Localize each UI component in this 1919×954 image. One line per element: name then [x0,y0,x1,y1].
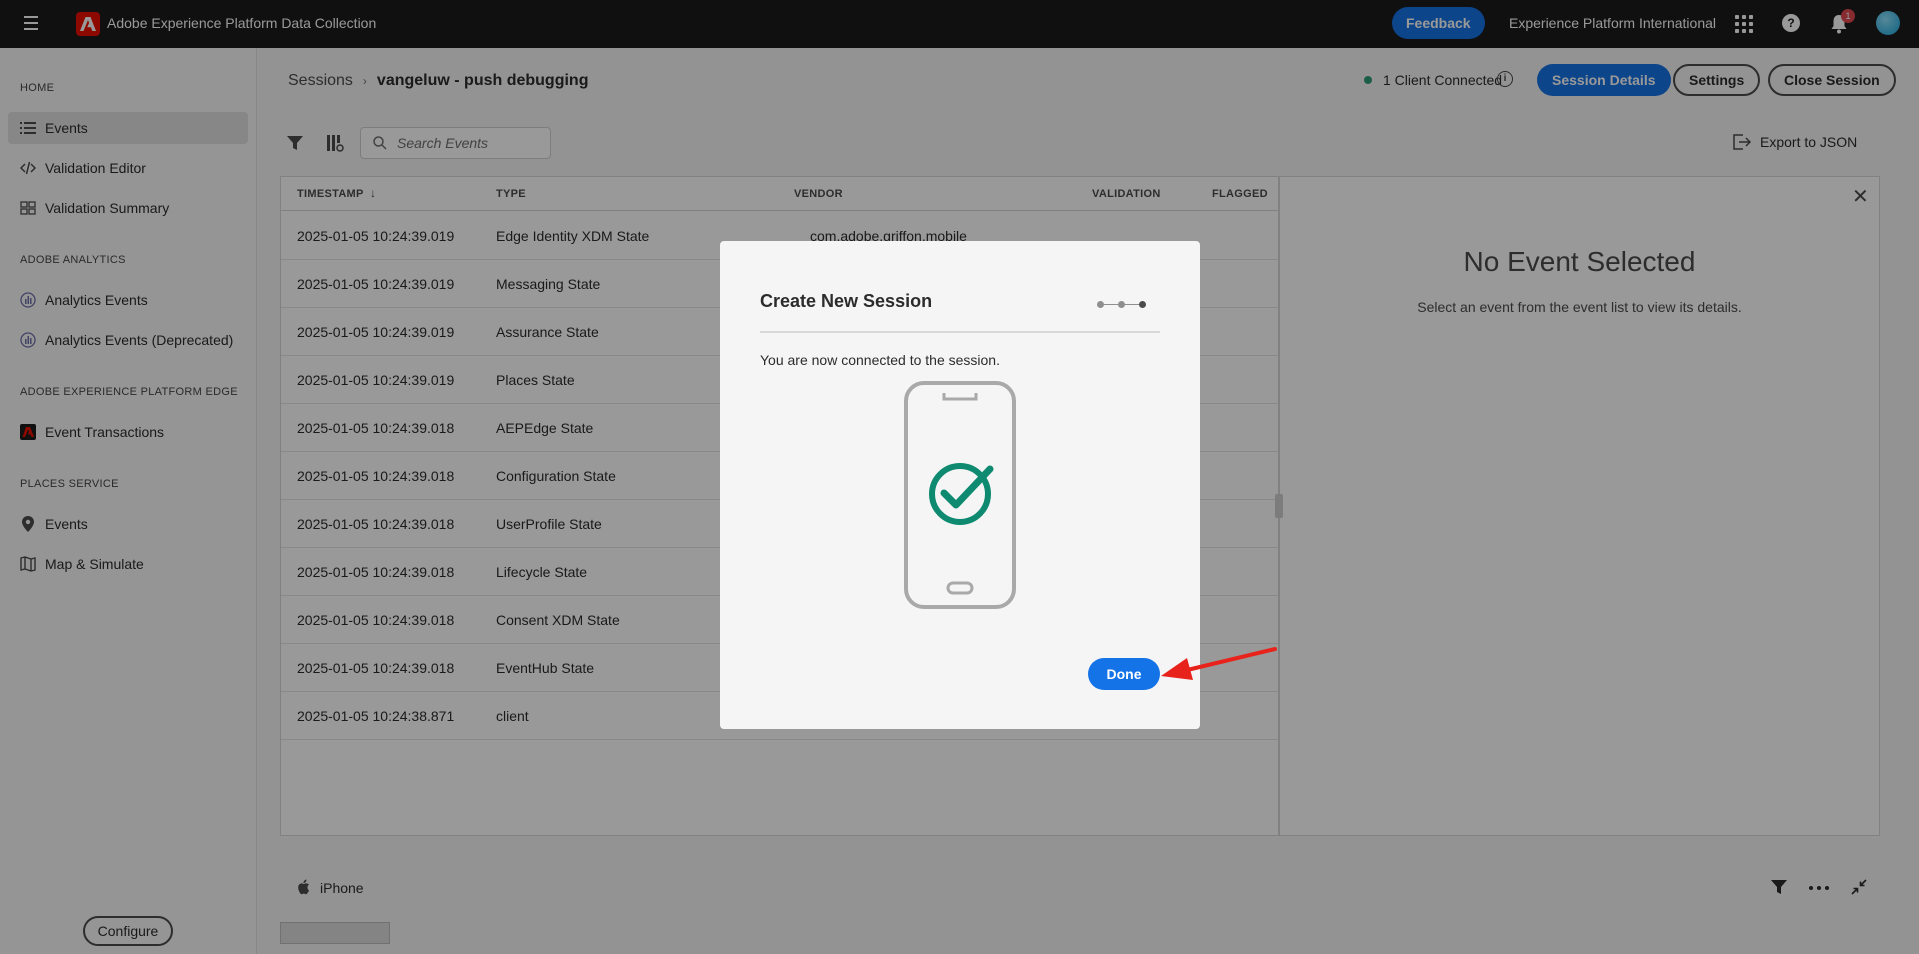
step-dot [1118,301,1125,308]
dialog-message: You are now connected to the session. [760,352,1000,368]
done-button[interactable]: Done [1088,658,1160,690]
create-session-dialog: Create New Session You are now connected… [720,241,1200,729]
phone-connected-icon [904,381,1016,609]
dialog-divider [760,331,1160,333]
step-dot [1097,301,1104,308]
step-dot-current [1139,301,1146,308]
step-indicator [1097,301,1146,308]
annotation-arrow-icon [1161,647,1277,680]
dialog-title: Create New Session [760,291,933,311]
